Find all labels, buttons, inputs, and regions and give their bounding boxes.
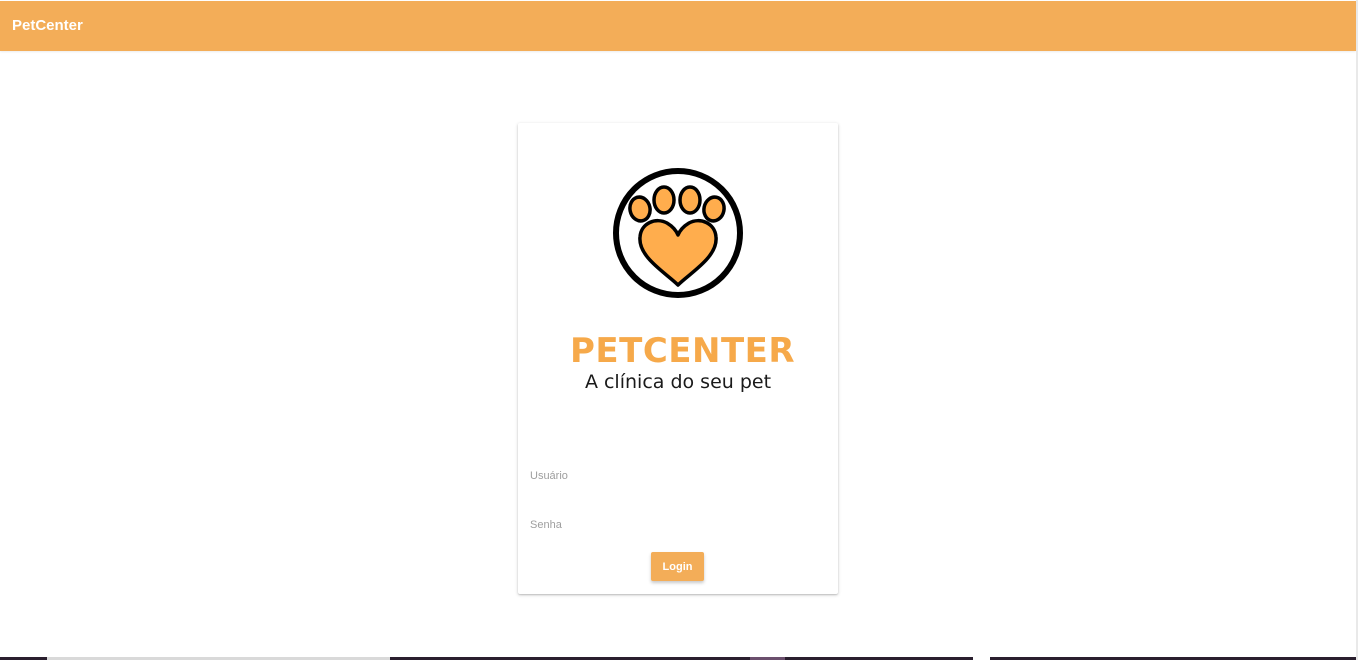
login-card: PETCENTER A clínica do seu pet Usuário S… [518,123,838,594]
password-input[interactable] [530,512,826,536]
app-title: PetCenter [12,17,83,34]
brand-tagline: A clínica do seu pet [584,371,772,393]
password-field[interactable]: Senha [530,508,826,542]
username-field[interactable]: Usuário [530,459,826,493]
brand-wordmark: PETCENTER [570,331,796,371]
paw-heart-icon [613,168,743,298]
brand-logo: PETCENTER A clínica do seu pet [570,163,796,403]
username-input[interactable] [530,463,826,487]
app-bar: PetCenter [0,1,1356,51]
login-button[interactable]: Login [651,552,704,581]
